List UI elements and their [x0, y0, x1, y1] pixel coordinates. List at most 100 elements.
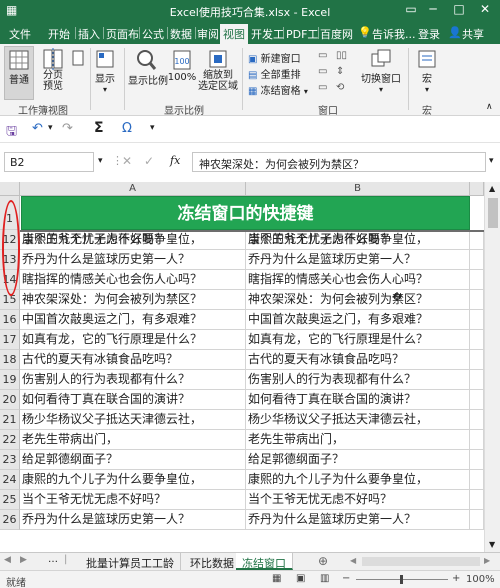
cell-a[interactable]: 老先生带病出门， — [20, 430, 246, 450]
cell-c[interactable] — [470, 410, 484, 430]
worksheet-grid[interactable]: A B 111康熙的九个儿子为什么要争皇位，康熙的九个儿子为什么要争皇位，12当… — [0, 182, 484, 552]
sheet-title-cell[interactable]: 冻结窗口的快捷键 — [21, 196, 470, 230]
cell-b[interactable]: 如真有龙，它的飞行原理是什么？ — [246, 330, 470, 350]
cell-c[interactable] — [470, 470, 484, 490]
reset-position-button[interactable]: ⟲ — [336, 82, 344, 93]
tab-data[interactable]: 数据 — [170, 26, 192, 42]
cell-c[interactable] — [470, 290, 484, 310]
view-more-button[interactable] — [70, 46, 86, 100]
tab-view[interactable]: 视图 — [220, 24, 248, 44]
sheet-tab-freeze[interactable]: 冻结窗口 — [236, 553, 293, 570]
cell-b[interactable]: 当个王爷无忧无虑不好吗？ — [246, 490, 470, 510]
cell-a[interactable]: 伤害别人的行为表现都有什么？ — [20, 370, 246, 390]
more-sheets-icon[interactable]: … — [48, 554, 58, 565]
cell-b[interactable]: 瞎指挥的情感关心也会伤人心吗？ — [246, 270, 470, 290]
sum-icon[interactable]: Σ — [94, 120, 104, 136]
cell-a[interactable]: 乔丹为什么是篮球历史第一人？ — [20, 510, 246, 530]
sync-scroll-button[interactable]: ⇕ — [336, 66, 344, 77]
hide-button[interactable]: ▭ — [318, 66, 327, 77]
row-header[interactable]: 22 — [0, 430, 20, 450]
add-sheet-icon[interactable]: ⊕ — [318, 554, 328, 568]
horizontal-scrollbar[interactable] — [362, 557, 480, 566]
cell-c[interactable] — [470, 330, 484, 350]
cell-a[interactable]: 中国首次敲奥运之门，有多艰难？ — [20, 310, 246, 330]
tab-home[interactable]: 开始 — [48, 26, 70, 42]
switch-windows-button[interactable]: 切换窗口 ▾ — [358, 46, 404, 100]
column-header-a[interactable]: A — [20, 182, 246, 196]
page-break-preview-button[interactable]: 分页 预览 — [37, 46, 69, 100]
share-button[interactable]: 共享 — [462, 26, 484, 42]
tab-baidu[interactable]: 百度网 — [320, 26, 353, 42]
minimize-button[interactable]: ─ — [424, 2, 442, 16]
cell-c[interactable] — [470, 350, 484, 370]
page-layout-icon[interactable]: ▣ — [296, 573, 305, 584]
zoom-slider[interactable] — [356, 575, 448, 584]
cell-c[interactable] — [470, 230, 484, 250]
cell-b[interactable]: 乔丹为什么是篮球历史第一人？ — [246, 250, 470, 270]
sheet-tab-seniority[interactable]: 批量计算员工工龄 — [80, 553, 181, 570]
cell-b[interactable]: 伤害别人的行为表现都有什么？ — [246, 370, 470, 390]
customize-qat-icon[interactable]: ▾ — [150, 123, 155, 133]
cell-b[interactable]: 乔丹为什么是篮球历史第一人？ — [246, 510, 470, 530]
unhide-button[interactable]: ▭ — [318, 82, 327, 93]
tab-insert[interactable]: 插入 — [78, 26, 100, 42]
save-icon[interactable]: 🖫 — [6, 122, 17, 144]
cell-b[interactable]: 如何看待丁真在联合国的演讲？ — [246, 390, 470, 410]
show-button[interactable]: 显示 ▾ — [92, 46, 118, 100]
redo-icon[interactable]: ↷ — [62, 121, 73, 136]
normal-view-button[interactable]: 普通 — [4, 46, 34, 100]
zoom-button[interactable]: 显示比例 — [128, 46, 168, 100]
zoom-to-selection-button[interactable]: 缩放到 选定区域 — [198, 46, 238, 100]
ribbon-display-icon[interactable]: ▭ — [402, 2, 420, 16]
undo-icon[interactable]: ↶ — [32, 121, 43, 136]
maximize-button[interactable]: □ — [450, 2, 468, 16]
tab-page-layout[interactable]: 页面布 — [106, 26, 139, 42]
row-header[interactable]: 17 — [0, 330, 20, 350]
arrange-all-button[interactable]: ▤ 全部重排 — [248, 66, 301, 81]
row-header[interactable]: 18 — [0, 350, 20, 370]
row-header[interactable]: 16 — [0, 310, 20, 330]
cell-c[interactable] — [470, 270, 484, 290]
expand-formula-icon[interactable]: ▾ — [489, 156, 494, 166]
cell-a[interactable]: 神农架深处：为何会被列为禁区？ — [20, 290, 246, 310]
normal-view-icon[interactable]: ▦ — [272, 573, 281, 584]
tab-review[interactable]: 审阅 — [197, 26, 219, 42]
new-window-button[interactable]: ▣ 新建窗口 — [248, 50, 301, 65]
cell-c[interactable] — [470, 370, 484, 390]
enter-icon[interactable]: ✓ — [144, 154, 154, 168]
macros-button[interactable]: 宏 ▾ — [412, 46, 442, 100]
row-header[interactable]: 26 — [0, 510, 20, 530]
row-header[interactable]: 24 — [0, 470, 20, 490]
tab-pdf[interactable]: PDF工 — [286, 26, 318, 42]
cell-a[interactable]: 给足郭德纲面子？ — [20, 450, 246, 470]
cell-a[interactable]: 当个王爷无忧无虑不好吗？ — [20, 490, 246, 510]
cell-c[interactable] — [470, 450, 484, 470]
row-header[interactable]: 19 — [0, 370, 20, 390]
page-break-icon[interactable]: ▥ — [320, 573, 329, 584]
vertical-scrollbar[interactable]: ▲ ▼ — [484, 182, 500, 552]
cell-b[interactable]: 当个王爷无忧无虑不好吗？ — [246, 230, 470, 250]
cell-c[interactable] — [470, 510, 484, 530]
tab-formulas[interactable]: 公式 — [142, 26, 164, 42]
cell-b[interactable]: 康熙的九个儿子为什么要争皇位， — [246, 470, 470, 490]
hscroll-right-icon[interactable]: ▶ — [484, 556, 490, 565]
cell-a[interactable]: 如真有龙，它的飞行原理是什么？ — [20, 330, 246, 350]
sheet-tab-mom[interactable]: 环比数据 — [184, 553, 241, 570]
prev-sheet-icon[interactable]: ◀ — [4, 555, 11, 565]
row-header[interactable]: 25 — [0, 490, 20, 510]
chevron-down-icon[interactable]: ▾ — [48, 123, 53, 133]
cell-b[interactable]: 古代的夏天有冰镇食品吃吗？ — [246, 350, 470, 370]
zoom-in-icon[interactable]: + — [452, 573, 460, 584]
freeze-panes-button[interactable]: ▦ 冻结窗格 ▾ — [248, 82, 308, 97]
name-box[interactable]: B2 — [4, 152, 94, 172]
cell-a[interactable]: 当个王爷无忧无虑不好吗？ — [20, 230, 246, 250]
row-header[interactable]: 21 — [0, 410, 20, 430]
next-sheet-icon[interactable]: ▶ — [20, 555, 27, 565]
cell-b[interactable]: 杨少华杨议父子抵达天津德云社， — [246, 410, 470, 430]
tab-file[interactable]: 文件 — [9, 26, 31, 42]
chevron-down-icon[interactable]: ▾ — [98, 156, 103, 166]
cell-c[interactable] — [470, 250, 484, 270]
column-header-c[interactable] — [470, 182, 484, 196]
zoom-out-icon[interactable]: − — [342, 573, 350, 584]
cell-c[interactable] — [470, 310, 484, 330]
